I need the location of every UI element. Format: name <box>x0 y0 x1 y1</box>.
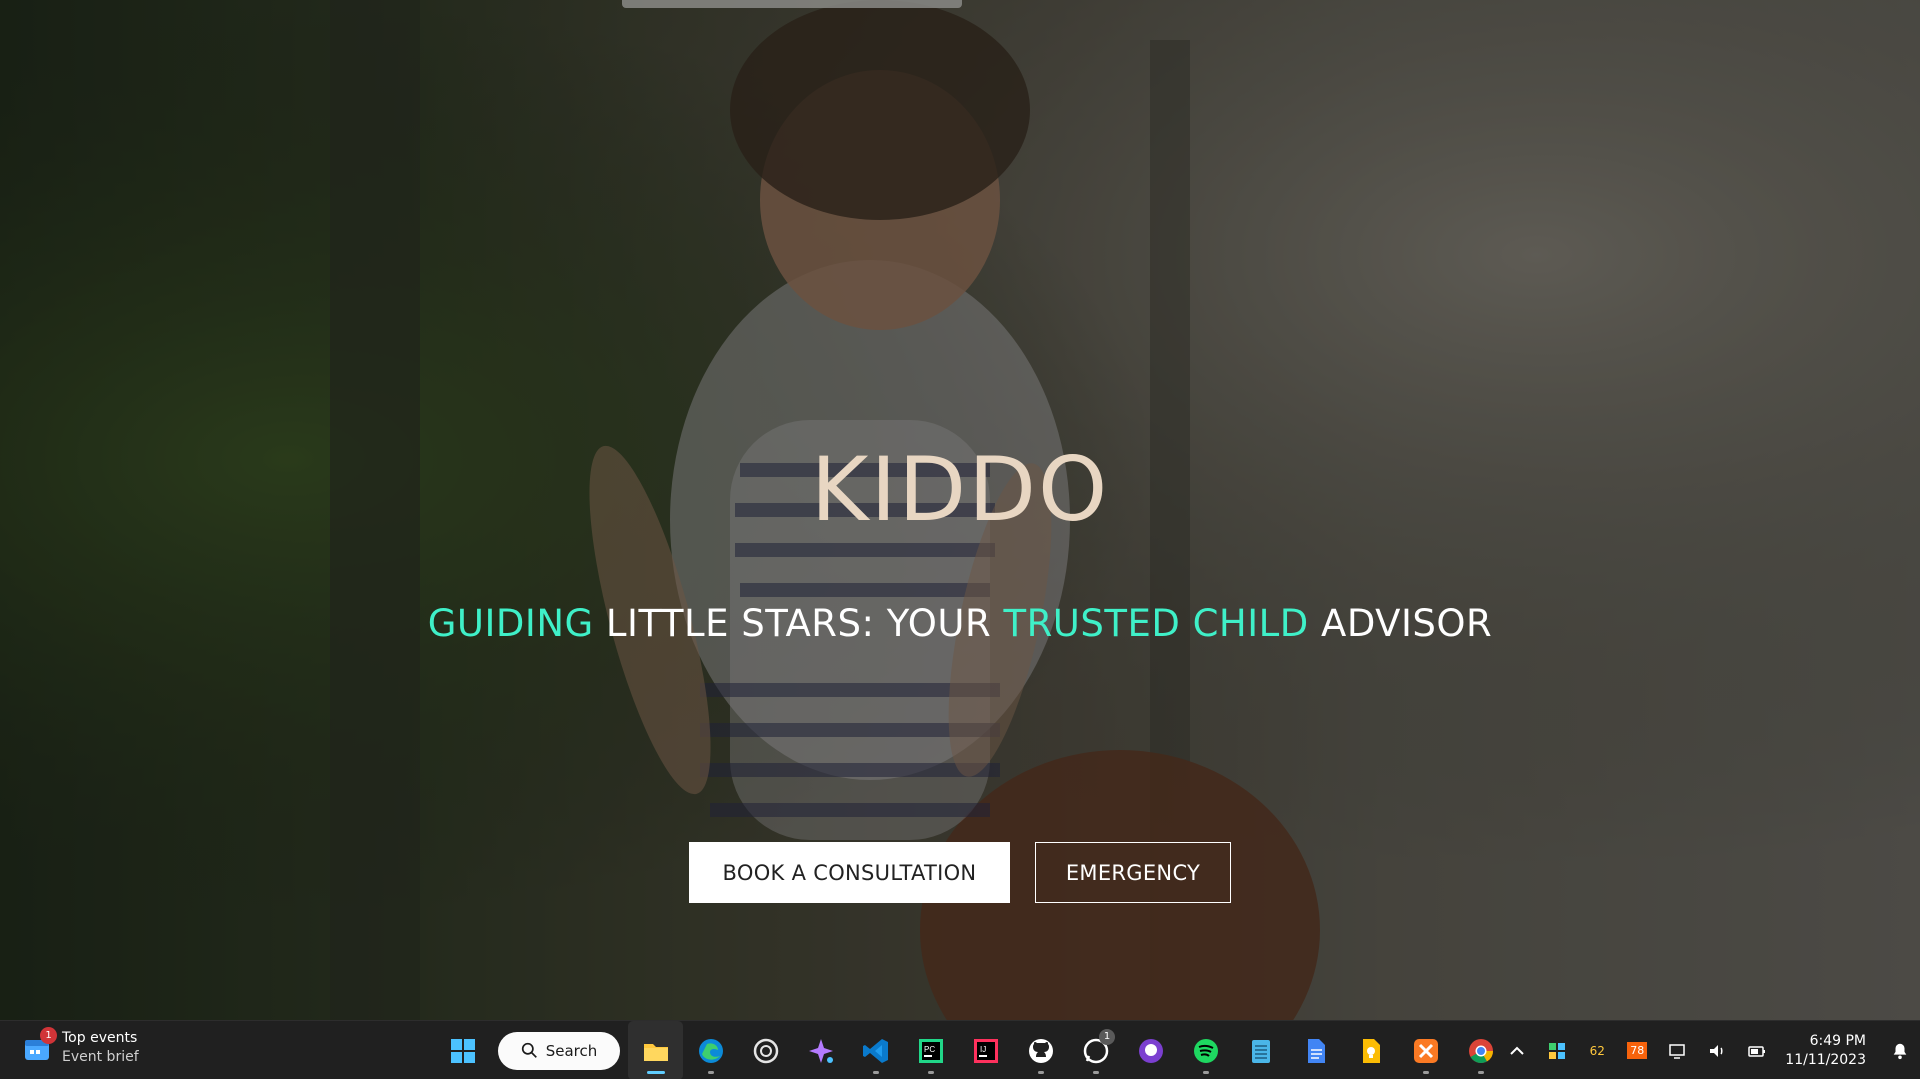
hero-tagline: GUIDING LITTLE STARS: YOUR TRUSTED CHILD… <box>0 602 1920 645</box>
pycharm-icon[interactable]: PC <box>903 1021 958 1079</box>
vscode-icon[interactable] <box>848 1021 903 1079</box>
intellij-icon[interactable]: IJ <box>958 1021 1013 1079</box>
brand-title: KIDDO <box>810 438 1110 541</box>
search-icon <box>521 1042 537 1058</box>
windows-taskbar: 1 Top events Event brief Search PC IJ 1 … <box>0 1020 1920 1079</box>
copilot-icon[interactable] <box>793 1021 848 1079</box>
system-clock[interactable]: 6:49 PM 11/11/2023 <box>1777 1032 1880 1070</box>
network-icon[interactable] <box>1657 1021 1697 1079</box>
temperature-readout[interactable]: 62 <box>1577 1021 1617 1079</box>
chevron-up-icon[interactable] <box>1497 1021 1537 1079</box>
notification-bell-icon[interactable] <box>1880 1042 1920 1060</box>
taskbar-search[interactable]: Search <box>498 1031 620 1070</box>
clock-date: 11/11/2023 <box>1785 1051 1866 1068</box>
clock-time: 6:49 PM <box>1809 1032 1866 1049</box>
hero-content: KIDDO GUIDING LITTLE STARS: YOUR TRUSTED… <box>0 438 1920 646</box>
widget-title: Top events <box>62 1030 138 1046</box>
app-tray-icon[interactable] <box>1537 1021 1577 1079</box>
edge-browser-icon[interactable] <box>683 1021 738 1079</box>
file-explorer-icon[interactable] <box>628 1021 683 1079</box>
orange-tray-icon[interactable]: 78 <box>1617 1021 1657 1079</box>
tagline-accent-2: TRUSTED CHILD <box>1003 602 1309 645</box>
book-consultation-button[interactable]: BOOK A CONSULTATION <box>689 842 1010 903</box>
system-tray: 62 78 6:49 PM 11/11/2023 <box>1497 1021 1920 1079</box>
xampp-icon[interactable] <box>1398 1021 1453 1079</box>
taskbar-apps: Search PC IJ 1 <box>435 1021 1508 1079</box>
widget-subtitle: Event brief <box>62 1049 139 1065</box>
svg-text:PC: PC <box>924 1045 935 1054</box>
tagline-text-1: LITTLE STARS: YOUR <box>593 602 1004 645</box>
battery-icon[interactable] <box>1737 1021 1777 1079</box>
svg-text:IJ: IJ <box>980 1045 986 1054</box>
tagline-accent-1: GUIDING <box>427 602 594 645</box>
google-keep-icon[interactable] <box>1343 1021 1398 1079</box>
widgets-button[interactable]: 1 Top events Event brief <box>22 1027 139 1067</box>
whatsapp-badge: 1 <box>1099 1029 1115 1045</box>
cta-buttons: BOOK A CONSULTATION EMERGENCY <box>0 842 1920 903</box>
spotify-icon[interactable] <box>1178 1021 1233 1079</box>
calendar-widget-icon: 1 <box>22 1027 57 1063</box>
google-docs-icon[interactable] <box>1288 1021 1343 1079</box>
orange-tray-value: 78 <box>1627 1042 1648 1059</box>
notepad-icon[interactable] <box>1233 1021 1288 1079</box>
volume-icon[interactable] <box>1697 1021 1737 1079</box>
emergency-button[interactable]: EMERGENCY <box>1035 842 1231 903</box>
browser-top-handle <box>622 0 962 8</box>
whatsapp-icon[interactable]: 1 <box>1068 1021 1123 1079</box>
hero-section: KIDDO GUIDING LITTLE STARS: YOUR TRUSTED… <box>0 0 1920 1020</box>
github-desktop-icon[interactable] <box>1123 1021 1178 1079</box>
widget-badge: 1 <box>40 1027 57 1044</box>
chatgpt-icon[interactable] <box>738 1021 793 1079</box>
windows-start-icon[interactable] <box>435 1021 490 1079</box>
search-label: Search <box>545 1041 598 1060</box>
tagline-text-2: ADVISOR <box>1308 602 1493 645</box>
github-icon[interactable] <box>1013 1021 1068 1079</box>
